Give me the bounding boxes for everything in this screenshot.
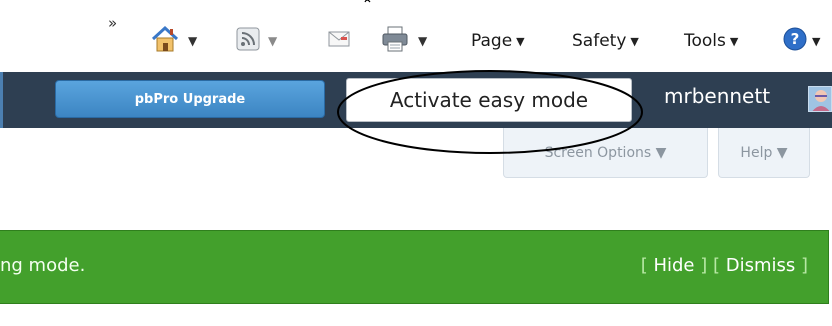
tools-menu-dropdown-icon: ▼: [729, 34, 739, 48]
svg-text:?: ?: [791, 30, 800, 48]
notice-message: ng mode.: [0, 255, 86, 276]
hide-link[interactable]: Hide: [653, 255, 694, 276]
print-button[interactable]: ▼: [380, 26, 427, 56]
safety-menu-label: Safety: [572, 31, 627, 51]
screen-options-tab[interactable]: Screen Options ▼: [503, 128, 708, 178]
home-button[interactable]: ▼: [150, 25, 197, 57]
help-menu[interactable]: ? ▼: [782, 26, 820, 56]
pbpro-upgrade-button[interactable]: pbPro Upgrade: [55, 80, 325, 118]
dismiss-link[interactable]: Dismiss: [726, 255, 796, 276]
notice-bar: ng mode. [ Hide ] [ Dismiss ]: [0, 230, 829, 304]
ie-command-bar: » ▼ ▼ ▼ Page ▼ Safety ▼ Tools ▼ ? ▼: [0, 0, 832, 72]
admin-bar: pbPro Upgrade Activate easy mode mrbenne…: [0, 72, 832, 128]
page-menu[interactable]: Page ▼: [471, 26, 525, 56]
help-menu-dropdown-icon: ▼: [812, 34, 821, 48]
user-avatar[interactable]: [808, 86, 832, 112]
printer-icon: [380, 25, 410, 57]
safety-menu-dropdown-icon: ▼: [630, 34, 639, 48]
help-tab[interactable]: Help ▼: [718, 128, 810, 178]
page-menu-dropdown-icon: ▼: [516, 34, 525, 48]
tools-menu[interactable]: Tools ▼: [684, 26, 738, 56]
help-question-icon: ?: [782, 26, 808, 56]
activate-easy-mode-button[interactable]: Activate easy mode: [346, 78, 632, 122]
print-dropdown-icon[interactable]: ▼: [418, 34, 427, 48]
home-dropdown-icon[interactable]: ▼: [188, 34, 197, 48]
notice-actions: [ Hide ] [ Dismiss ]: [640, 255, 808, 276]
mail-icon: [328, 29, 350, 53]
home-icon: [150, 25, 180, 57]
safety-menu[interactable]: Safety ▼: [572, 26, 639, 56]
read-mail-button[interactable]: [328, 26, 350, 56]
tools-menu-label: Tools: [684, 31, 726, 51]
username-link[interactable]: mrbennett: [664, 84, 770, 108]
feeds-dropdown-icon[interactable]: ▼: [268, 34, 277, 48]
rss-feed-icon: [236, 27, 260, 55]
more-commands-chevron[interactable]: »: [108, 14, 117, 32]
feeds-button[interactable]: ▼: [236, 26, 277, 56]
page-menu-label: Page: [471, 31, 513, 51]
